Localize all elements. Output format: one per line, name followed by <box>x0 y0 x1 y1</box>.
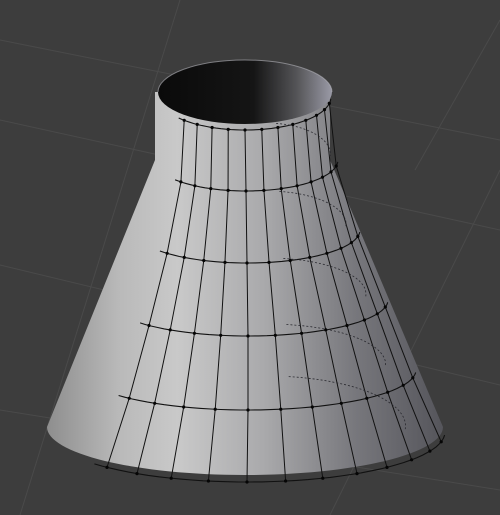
mesh-vertex[interactable] <box>192 331 196 335</box>
mesh-vertex[interactable] <box>375 312 379 316</box>
mesh-vertex[interactable] <box>245 480 249 484</box>
mesh-vertex[interactable] <box>325 251 329 255</box>
mesh-vertex[interactable] <box>411 376 415 380</box>
mesh-vertex[interactable] <box>273 333 277 337</box>
mesh-vertex[interactable] <box>182 118 186 122</box>
mesh-vertex[interactable] <box>300 331 304 335</box>
mesh-vertex[interactable] <box>345 323 349 328</box>
mesh-vertex[interactable] <box>153 401 157 405</box>
mesh-vertex[interactable] <box>339 401 343 405</box>
mesh-vertex[interactable] <box>246 334 250 338</box>
mesh-vertex[interactable] <box>246 408 250 412</box>
mesh-vertex[interactable] <box>276 125 280 130</box>
mesh-vertex[interactable] <box>209 187 213 191</box>
mesh-vertex[interactable] <box>182 255 186 259</box>
mesh-vertex[interactable] <box>324 328 328 332</box>
mesh-vertex[interactable] <box>439 440 443 444</box>
mesh-vertex[interactable] <box>179 180 183 184</box>
mesh-vertex[interactable] <box>356 234 360 238</box>
mesh-vertex[interactable] <box>202 258 206 263</box>
mesh-vertex[interactable] <box>314 113 319 117</box>
mesh-vertex[interactable] <box>165 251 169 255</box>
mesh-vertex[interactable] <box>195 122 199 126</box>
mesh-vertex[interactable] <box>226 188 230 192</box>
mesh-vertex[interactable] <box>383 305 387 309</box>
mesh-vertex[interactable] <box>279 407 283 411</box>
3d-viewport[interactable] <box>0 0 500 515</box>
mesh-vertex[interactable] <box>244 189 248 193</box>
mesh-vertex[interactable] <box>279 187 283 191</box>
mesh-vertex[interactable] <box>260 127 264 131</box>
mesh-vertex[interactable] <box>206 479 210 483</box>
cone-mesh[interactable] <box>47 59 446 484</box>
mesh-vertex[interactable] <box>329 170 333 174</box>
mesh-vertex[interactable] <box>355 472 359 476</box>
mesh-vertex[interactable] <box>308 255 312 259</box>
mesh-vertex[interactable] <box>127 396 131 400</box>
mesh-vertex[interactable] <box>213 407 217 411</box>
mesh-vertex[interactable] <box>349 241 353 245</box>
mesh-vertex[interactable] <box>291 122 295 126</box>
mesh-vertex[interactable] <box>327 101 331 105</box>
mesh-vertex[interactable] <box>339 246 343 250</box>
mesh-vertex[interactable] <box>410 458 414 462</box>
mesh-vertex[interactable] <box>147 323 151 328</box>
mesh-vertex[interactable] <box>386 390 390 394</box>
mesh-vertex[interactable] <box>210 125 214 130</box>
mesh-vertex[interactable] <box>401 383 405 387</box>
mesh-vertex[interactable] <box>320 175 325 179</box>
mesh-vertex[interactable] <box>169 476 173 480</box>
mesh-vertex[interactable] <box>334 164 338 168</box>
mesh-vertex[interactable] <box>193 184 197 188</box>
mesh-vertex[interactable] <box>105 465 109 469</box>
mesh-vertex[interactable] <box>262 188 266 192</box>
mesh-vertex[interactable] <box>310 405 314 409</box>
mesh-vertex[interactable] <box>182 405 186 409</box>
mesh-vertex[interactable] <box>245 261 249 265</box>
mesh-vertex[interactable] <box>362 318 366 322</box>
mesh-vertex[interactable] <box>168 328 172 332</box>
mesh-vertex[interactable] <box>226 127 230 131</box>
mesh-vertex[interactable] <box>304 118 308 122</box>
mesh-vertex[interactable] <box>284 479 288 483</box>
mesh-vertex[interactable] <box>428 449 432 453</box>
mesh-vertex[interactable] <box>321 476 325 480</box>
mesh-vertex[interactable] <box>223 260 227 264</box>
mesh-vertex[interactable] <box>288 258 292 263</box>
mesh-vertex[interactable] <box>385 465 389 469</box>
mesh-vertex[interactable] <box>135 472 139 476</box>
mesh-vertex[interactable] <box>219 333 223 337</box>
viewport-scene[interactable] <box>0 0 500 515</box>
mesh-vertex[interactable] <box>267 260 271 264</box>
mesh-vertex[interactable] <box>322 108 327 112</box>
mesh-vertex[interactable] <box>295 184 299 188</box>
mesh-vertex[interactable] <box>243 128 247 132</box>
mesh-vertex[interactable] <box>309 180 313 184</box>
mesh-vertex[interactable] <box>365 396 369 400</box>
